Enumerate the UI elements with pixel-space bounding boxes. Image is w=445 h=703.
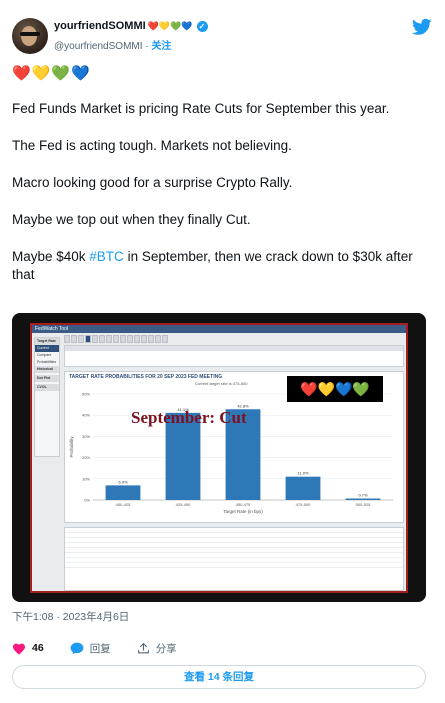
tweet-paragraph: The Fed is acting tough. Markets not bel… [12, 138, 292, 153]
fedwatch-sidebar: Target Rate Current Compare Probabilitie… [34, 337, 60, 457]
tweet-card: yourfriendSOMMI ❤️💛💚💙 ✓ @yourfriendSOMMI… [0, 0, 445, 703]
twitter-bird-icon[interactable] [412, 18, 432, 36]
share-button[interactable]: 分享 [137, 641, 177, 656]
y-axis-label: Probability [69, 436, 74, 458]
y-tick-label: 20% [82, 455, 90, 460]
bar-value-label: 6.9% [118, 479, 128, 484]
sidebar-item: Probabilities [37, 360, 57, 364]
tweet-paragraph-last: Maybe $40k #BTC in September, then we cr… [12, 248, 424, 284]
x-tick-label: 475-500 [296, 502, 311, 507]
tweet-paragraph: Maybe we top out when they finally Cut. [12, 212, 251, 227]
probability-chart-panel: TARGET RATE PROBABILITIES FOR 20 SEP 202… [64, 371, 404, 523]
tweet-paragraph: Fed Funds Market is pricing Rate Cuts fo… [12, 101, 390, 116]
share-icon [137, 642, 149, 653]
emoji-line: ❤️💛💚💙 [12, 65, 91, 82]
reply-button[interactable]: 回复 [70, 641, 111, 656]
sidebar-item: Current [35, 345, 59, 352]
author-handle[interactable]: @yourfriendSOMMI [54, 41, 143, 52]
fedwatch-titlebar: FedWatch Tool [32, 325, 406, 333]
chart-bar [105, 485, 141, 500]
action-bar: 46 回复 分享 [12, 640, 203, 656]
author-name-row[interactable]: yourfriendSOMMI ❤️💛💚💙 ✓ [54, 20, 208, 32]
x-tick-label: 400-425 [116, 502, 131, 507]
like-count: 46 [32, 642, 44, 654]
tweet-header: yourfriendSOMMI ❤️💛💚💙 ✓ @yourfriendSOMMI… [12, 18, 432, 54]
tweet-text: Fed Funds Market is pricing Rate Cuts fo… [12, 100, 424, 303]
tweet-media-image[interactable]: FedWatch Tool Target Rate Current Compar… [12, 313, 426, 602]
y-tick-label: 10% [82, 476, 90, 481]
chart-bar [345, 498, 381, 500]
chart-bar [285, 476, 321, 500]
overlay-caption: September: Cut [131, 408, 247, 427]
tweet-paragraph: Macro looking good for a surprise Crypto… [12, 175, 293, 190]
y-tick-label: 30% [82, 434, 90, 439]
text-segment: Maybe $40k [12, 249, 90, 264]
bar-value-label: 11.0% [297, 471, 308, 476]
sidebar-item: Historical [35, 366, 59, 373]
author-handle-row: @yourfriendSOMMI · 关注 [54, 37, 171, 52]
overlay-hearts: ❤️💛💙💚 [287, 376, 383, 402]
x-tick-label: 425-450 [176, 502, 191, 507]
view-replies-button[interactable]: 查看 14 条回复 [12, 665, 426, 689]
fedwatch-screenshot: FedWatch Tool Target Rate Current Compar… [30, 323, 408, 593]
like-button[interactable]: 46 [12, 642, 44, 655]
hashtag-link[interactable]: #BTC [89, 249, 124, 264]
y-tick-label: 40% [82, 413, 90, 418]
y-tick-label: 50% [82, 392, 90, 397]
y-tick-label: 0% [84, 498, 90, 503]
meeting-info-table [64, 345, 404, 367]
x-axis-label: Target Rate (in bps) [223, 509, 263, 514]
sidebar-item: Compare [37, 353, 52, 357]
probability-table [64, 527, 404, 591]
author-display-name[interactable]: yourfriendSOMMI [54, 20, 146, 32]
bar-value-label: 0.7% [358, 493, 368, 498]
verified-badge-icon: ✓ [196, 20, 208, 32]
share-label: 分享 [155, 642, 177, 655]
follow-button[interactable]: 关注 [151, 41, 171, 52]
x-tick-label: 500-525 [356, 502, 371, 507]
sidebar-item: CVOL [35, 384, 59, 391]
x-tick-label: 450-475 [236, 502, 251, 507]
fedwatch-meeting-tabs [64, 335, 168, 343]
sidebar-item: Dot Plot [35, 375, 59, 382]
handle-separator: · [145, 41, 149, 52]
reply-bubble-icon [70, 642, 84, 654]
heart-icon [12, 643, 26, 655]
reply-label: 回复 [89, 642, 111, 655]
avatar[interactable] [12, 18, 48, 54]
sidebar-item: Target Rate [35, 338, 59, 345]
tweet-timestamp[interactable]: 下午1:08 · 2023年4月6日 [12, 609, 129, 624]
author-name-emojis: ❤️💛💚💙 [147, 20, 193, 31]
